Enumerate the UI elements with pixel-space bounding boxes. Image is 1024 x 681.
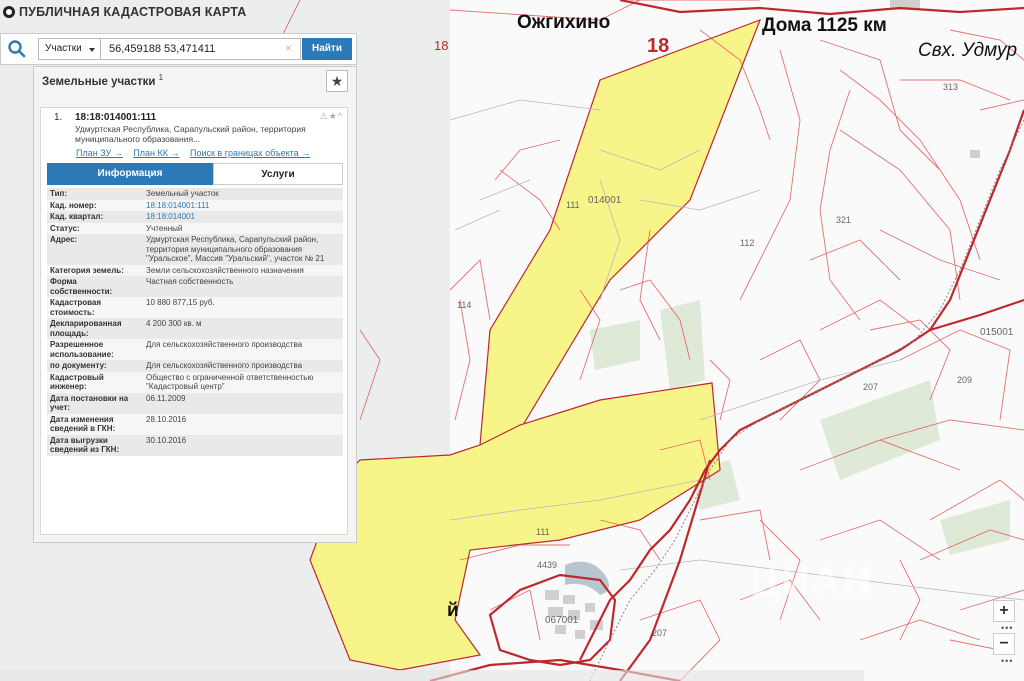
result-number: 1. <box>54 112 63 123</box>
quarter-label: 014001 <box>588 195 622 206</box>
parcel-label: 112 <box>740 238 755 248</box>
region-number-label: 18 <box>647 35 670 57</box>
info-row: Дата выгрузки сведений из ГКН: 30.10.2016 <box>47 434 343 456</box>
card-action-icons[interactable]: ⚠★^ <box>320 111 343 122</box>
parcel-info-table: Тип: Земельный участок Кад. номер: 18:18:01… <box>47 188 343 456</box>
info-row: Кад. квартал: 18:18:014001 <box>47 211 343 223</box>
zoom-dots: ••• <box>1001 656 1014 666</box>
zoom-dots: ••• <box>1001 623 1014 633</box>
info-row: Кадастровый инженер: Общество с ограничен… <box>47 371 343 393</box>
parcel-label: 111 <box>566 200 580 210</box>
parcel-address: Удмуртская Республика, Сарапульский райо… <box>75 124 306 144</box>
town-label-udmurt: Свх. Удмур <box>918 40 1018 61</box>
info-value: Для сельскохозяйственного производства <box>143 360 343 372</box>
parcel-label: 207 <box>652 628 668 638</box>
parcel-label: 114 <box>457 300 472 310</box>
info-key: Тип: <box>47 188 143 200</box>
parcel-label: 207 <box>863 382 879 392</box>
info-value: Для сельскохозяйственного производства <box>143 339 343 360</box>
favorite-button[interactable]: ★ <box>326 70 348 92</box>
info-value: Частная собственность <box>143 276 343 297</box>
search-input[interactable]: 56,459188 53,471411 <box>101 38 301 60</box>
info-key: Кад. номер: <box>47 199 143 211</box>
tab-information[interactable]: Информация <box>47 163 213 185</box>
plan-zu-link[interactable]: План ЗУ → <box>76 148 123 158</box>
parcel-label: 313 <box>943 82 959 92</box>
info-row: Разрешенное использование: Для сельскохоз… <box>47 339 343 360</box>
watermark: ЦИАН <box>750 560 874 604</box>
app-header: ПУБЛИЧНАЯ КАДАСТРОВАЯ КАРТА <box>0 0 290 24</box>
info-key: Адрес: <box>47 234 143 265</box>
info-value: 4 200 300 кв. м <box>143 318 343 339</box>
info-key: Кад. квартал: <box>47 211 143 223</box>
chevron-down-icon <box>89 48 95 52</box>
parcel-label: 111 <box>536 527 550 537</box>
info-row: Дата постановки на учет: 06.11.2009 <box>47 392 343 414</box>
parcel-card: 1. 18:18:014001:111 ⚠★^ Удмуртская Респу… <box>40 107 348 535</box>
info-row: Статус: Учтенный <box>47 222 343 234</box>
info-value: 06.11.2009 <box>143 392 343 414</box>
app-title: ПУБЛИЧНАЯ КАДАСТРОВАЯ КАРТА <box>19 5 247 19</box>
panel-title: Земельные участки 1 <box>42 73 163 88</box>
clear-icon[interactable]: × <box>285 41 292 55</box>
search-icon[interactable] <box>6 39 28 59</box>
card-tabs: Информация Услуги <box>47 163 343 185</box>
info-value: Земельный участок <box>143 188 343 200</box>
results-count: 1 <box>158 73 164 82</box>
info-key: Кадастровый инженер: <box>47 371 143 393</box>
info-key: Дата изменения сведений в ГКН: <box>47 413 143 435</box>
info-value[interactable]: 18:18:014001 <box>143 211 343 223</box>
town-label-doma: Дома 1125 км <box>762 15 887 36</box>
info-row: Декларированная площадь: 4 200 300 кв. м <box>47 318 343 339</box>
panel-title-text: Земельные участки <box>42 75 156 88</box>
town-label-fragment: й <box>447 600 459 621</box>
info-value: 28.10.2016 <box>143 413 343 435</box>
zoom-in-button[interactable]: + <box>993 600 1015 622</box>
logo-icon <box>3 6 15 18</box>
info-value: Общество с ограниченной ответственностью… <box>143 371 343 393</box>
info-row: Кадастровая стоимость: 10 880 877,15 руб. <box>47 297 343 318</box>
parcel-label: 4439 <box>537 560 558 570</box>
info-row: Адрес: Удмуртская Республика, Сарапульски… <box>47 234 343 265</box>
star-icon: ★ <box>330 73 344 89</box>
plan-kk-link[interactable]: План КК → <box>133 148 179 158</box>
info-row: Форма собственности: Частная собственност… <box>47 276 343 297</box>
info-key: Дата выгрузки сведений из ГКН: <box>47 434 143 456</box>
town-label-ozhgikhino: Ожгихино <box>517 12 611 33</box>
info-key: Кадастровая стоимость: <box>47 297 143 318</box>
search-in-bounds-link[interactable]: Поиск в границах объекта → <box>190 148 310 158</box>
search-type-select[interactable]: Участки <box>38 38 101 60</box>
info-key: Декларированная площадь: <box>47 318 143 339</box>
zoom-out-button[interactable]: − <box>993 633 1015 655</box>
info-row: Кад. номер: 18:18:014001:111 <box>47 199 343 211</box>
info-value: Удмуртская Республика, Сарапульский райо… <box>143 234 343 265</box>
info-key: Категория земель: <box>47 264 143 276</box>
parcel-label: 209 <box>957 375 973 385</box>
info-value: Земли сельскохозяйственного назначения <box>143 264 343 276</box>
results-panel: Земельные участки 1 ★ 1. 18:18:014001:11… <box>33 66 357 543</box>
parcel-label: 321 <box>836 215 852 225</box>
quarter-label: 015001 <box>980 327 1014 338</box>
info-value: Учтенный <box>143 222 343 234</box>
search-type-label: Участки <box>45 43 82 54</box>
info-value[interactable]: 18:18:014001:111 <box>143 199 343 211</box>
info-row: Категория земель: Земли сельскохозяйствен… <box>47 264 343 276</box>
find-button[interactable]: Найти <box>302 38 352 60</box>
card-links: План ЗУ → План КК → Поиск в границах объ… <box>76 148 318 158</box>
quarter-label: 067001 <box>545 615 579 626</box>
region-number-label: 18 <box>434 38 449 53</box>
info-key: Дата постановки на учет: <box>47 392 143 414</box>
info-key: Форма собственности: <box>47 276 143 297</box>
search-bar: Участки 56,459188 53,471411 × Найти <box>0 33 357 65</box>
info-key: Разрешенное использование: <box>47 339 143 360</box>
info-value: 10 880 877,15 руб. <box>143 297 343 318</box>
info-value: 30.10.2016 <box>143 434 343 456</box>
info-row: Тип: Земельный участок <box>47 188 343 200</box>
tab-services[interactable]: Услуги <box>213 163 343 185</box>
info-key: по документу: <box>47 360 143 372</box>
info-key: Статус: <box>47 222 143 234</box>
cadastral-number[interactable]: 18:18:014001:111 <box>75 112 156 123</box>
info-row: Дата изменения сведений в ГКН: 28.10.2016 <box>47 413 343 435</box>
info-row: по документу: Для сельскохозяйственного п… <box>47 360 343 372</box>
